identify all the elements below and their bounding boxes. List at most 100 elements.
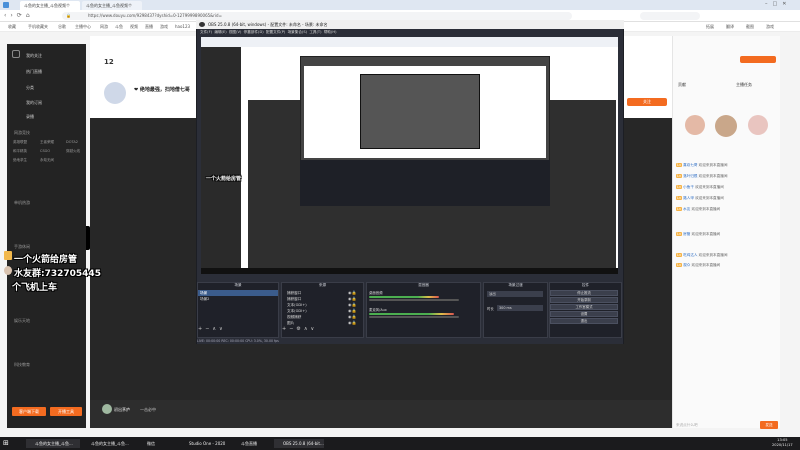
nav-buttons[interactable]: ‹›⟳⌂ xyxy=(4,12,34,19)
taskbar-item[interactable]: OBS 25.0.8 (64-bit... xyxy=(274,439,324,448)
taskbar-item[interactable]: 斗鱼直播 xyxy=(232,439,272,448)
chat-message: Lv 喜欢七哥 欢迎来到本直播间 xyxy=(676,163,728,167)
audio-meter xyxy=(369,313,454,315)
sidebar-game[interactable]: 和平精英 xyxy=(13,149,27,154)
source-toolbar[interactable]: +−⚙∧∨ xyxy=(282,326,317,332)
overlay-text-line3: 个飞机上车 xyxy=(12,283,58,293)
sources-dock-title: 来源 xyxy=(318,283,327,287)
browser-tab[interactable]: 斗鱼的女主播_斗鱼视频个 xyxy=(20,1,80,10)
rank-avatar xyxy=(748,115,768,135)
home-icon xyxy=(12,50,20,58)
volume-slider[interactable] xyxy=(369,299,459,301)
obs-menu-tools[interactable]: 工具(T) xyxy=(309,30,321,34)
bookmark-item[interactable]: 视频 xyxy=(130,24,138,30)
overlay-text-line2: 水友群:732705445 xyxy=(14,269,101,279)
bookmark-item[interactable]: 游戏 xyxy=(766,24,774,30)
source-visibility-icons[interactable]: ◉🔒 ◉🔒 ◉🔒 ◉🔒 ◉🔒 ◉🔒 xyxy=(348,290,356,326)
sidebar-game[interactable]: 王者荣耀 xyxy=(40,140,54,145)
bookmark-item[interactable]: 翻译 xyxy=(726,24,734,30)
sidebar-item-hot[interactable]: 热门直播 xyxy=(26,69,42,75)
transition-select[interactable]: 淡出 xyxy=(487,291,543,297)
sidebar-game[interactable]: DOTA2 xyxy=(66,140,78,144)
taskbar-item[interactable]: 微信 xyxy=(138,439,178,448)
rocket-icon xyxy=(4,251,12,260)
rank-label: 初出茅庐 xyxy=(114,407,130,412)
sidebar-item-category[interactable]: 分类 xyxy=(26,85,34,91)
overlay-text-line1: 一个火箭给房管 xyxy=(14,255,78,265)
chat-message: Lv 落叶归根 欢迎来到本直播间 xyxy=(676,174,728,178)
start-recording-button[interactable]: 开始录制 xyxy=(550,297,618,303)
rank-sub: 一击必中 xyxy=(140,407,156,412)
mixer-dock-title: 混音器 xyxy=(418,283,429,287)
start-icon[interactable]: ⊞ xyxy=(3,439,11,447)
taskbar-item[interactable]: 斗鱼的女主播_斗鱼... xyxy=(26,439,80,448)
preview-nested-docks xyxy=(300,160,550,206)
taskbar-item[interactable]: 斗鱼的女主播_斗鱼... xyxy=(82,439,136,448)
chat-tab[interactable]: 主播任务 xyxy=(736,82,752,88)
bookmark-item[interactable]: 手机收藏夹 xyxy=(28,24,48,30)
mixer-track-label: 麦克风/Aux xyxy=(369,308,387,312)
obs-menubar[interactable]: 文件(F) 编辑(E) 视图(V) 停靠部件(D) 配置文件(P) 场景集合(S… xyxy=(197,29,623,36)
obs-menu-docks[interactable]: 停靠部件(D) xyxy=(244,30,264,34)
chat-tab[interactable]: 贡献 xyxy=(678,82,686,88)
sidebar-section-title: 科技教育 xyxy=(14,362,30,367)
sidebar-section-title: 单机热游 xyxy=(14,200,30,205)
sidebar-game[interactable]: 绝地求生 xyxy=(13,158,27,163)
url-field[interactable]: https://www.douyu.com/9298437?dyshid=0-1… xyxy=(62,12,572,20)
duration-label: 时长 xyxy=(487,307,494,311)
chat-message: Lv 水友 欢迎来到本直播间 xyxy=(676,207,721,211)
scene-item[interactable]: 场景2 xyxy=(198,296,278,302)
scenes-dock-title: 场景 xyxy=(234,283,242,287)
sidebar-game[interactable]: CSGO xyxy=(40,149,50,153)
follow-button[interactable]: 关注 xyxy=(627,98,667,106)
send-button[interactable]: 发送 xyxy=(760,421,778,429)
stop-streaming-button[interactable]: 停止推流 xyxy=(550,290,618,296)
bookmark-item[interactable]: 网游 xyxy=(100,24,108,30)
sidebar-item-vod[interactable]: 录播 xyxy=(26,114,34,120)
sidebar-section-title: 网游竞技 xyxy=(14,130,30,135)
chat-input[interactable]: 来说点什么吧 xyxy=(676,422,756,429)
header-count: 12 xyxy=(104,58,114,66)
bookmark-item[interactable]: 收藏 xyxy=(8,24,16,30)
obs-menu-help[interactable]: 帮助(H) xyxy=(324,30,337,34)
sidebar-item-subscribe[interactable]: 我的订阅 xyxy=(26,100,42,106)
studio-mode-button[interactable]: 工作室模式 xyxy=(550,304,618,310)
bookmark-item[interactable]: 截图 xyxy=(746,24,754,30)
streaming-tool-button[interactable]: 开播工具 xyxy=(50,407,82,416)
window-controls[interactable]: –□✕ xyxy=(765,1,791,7)
sidebar-item-follow[interactable]: 我的关注 xyxy=(26,53,42,59)
player-bottom-bar xyxy=(90,400,672,428)
obs-menu-profile[interactable]: 配置文件(P) xyxy=(266,30,285,34)
sidebar-game[interactable]: 永劫无间 xyxy=(40,158,54,163)
bookmark-item[interactable]: 直播 xyxy=(145,24,153,30)
streamer-avatar[interactable] xyxy=(104,82,126,104)
obs-menu-scenes[interactable]: 场景集合(S) xyxy=(288,30,307,34)
bookmark-item[interactable]: hao123 xyxy=(175,24,190,29)
bookmark-item[interactable]: 主播中心 xyxy=(75,24,91,30)
sidebar-game[interactable]: 穿越火线 xyxy=(66,149,80,154)
bookmark-item[interactable]: 谷歌 xyxy=(58,24,66,30)
rank-avatar xyxy=(685,115,705,135)
bookmark-item[interactable]: 斗鱼 xyxy=(115,24,123,30)
search-box[interactable] xyxy=(640,12,700,20)
sidebar-section-title: 娱乐天地 xyxy=(14,318,30,323)
exit-button[interactable]: 退出 xyxy=(550,318,618,324)
obs-menu-file[interactable]: 文件(F) xyxy=(200,30,212,34)
taskbar-item[interactable]: Studio One - 2020 xyxy=(180,439,230,448)
pc-client-button[interactable] xyxy=(740,56,776,63)
settings-button[interactable]: 设置 xyxy=(550,311,618,317)
rank-icon xyxy=(102,404,112,414)
obs-menu-edit[interactable]: 编辑(E) xyxy=(214,30,226,34)
sidebar-game[interactable]: 英雄联盟 xyxy=(13,140,27,145)
volume-slider[interactable] xyxy=(369,316,459,318)
obs-statusbar: LIVE: 00:00:00 REC: 00:00:00 CPU: 3.0%, … xyxy=(197,338,623,344)
bookmark-item[interactable]: 拓展 xyxy=(706,24,714,30)
scene-toolbar[interactable]: +−∧∨ xyxy=(198,326,226,332)
browser-tab[interactable]: 斗鱼的女主播_斗鱼视频个 xyxy=(82,1,142,10)
bookmark-item[interactable]: 游戏 xyxy=(160,24,168,30)
obs-menu-view[interactable]: 视图(V) xyxy=(229,30,241,34)
duration-input[interactable]: 300 ms xyxy=(497,305,543,311)
chat-message: Lv 观众 欢迎来到本直播间 xyxy=(676,263,721,267)
client-download-button[interactable]: 客户端下载 xyxy=(12,407,46,416)
taskbar-clock[interactable]: 13:05 2020/11/17 xyxy=(772,438,793,448)
